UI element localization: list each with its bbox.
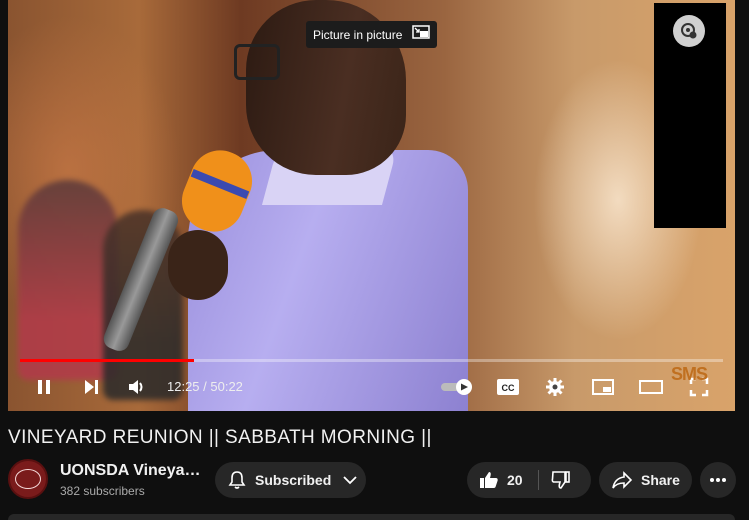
share-label: Share [641, 472, 680, 488]
side-overlay-panel [654, 3, 726, 228]
pause-icon [38, 379, 50, 394]
pause-button[interactable] [30, 362, 58, 411]
volume-icon [129, 379, 143, 394]
like-divider [538, 470, 539, 490]
cast-icon[interactable] [673, 15, 705, 47]
dislike-button[interactable] [551, 470, 571, 490]
video-title: VINEYARD REUNION || SABBATH MORNING || [8, 427, 432, 448]
share-button[interactable]: Share [599, 462, 692, 498]
settings-button[interactable] [540, 362, 570, 411]
description-box-edge [8, 514, 735, 520]
miniplayer-icon [592, 378, 614, 395]
like-count: 20 [507, 472, 523, 488]
settings-icon [546, 377, 564, 396]
subscribed-button[interactable]: Subscribed [215, 462, 366, 498]
subscriber-count: 382 subscribers [60, 484, 145, 498]
dislike-icon [551, 471, 570, 489]
share-icon [611, 471, 633, 489]
captions-button[interactable]: CC [493, 362, 523, 411]
channel-name[interactable]: UONSDA Vineya… [60, 462, 200, 480]
next-button[interactable] [77, 362, 105, 411]
pip-tooltip: Picture in picture [306, 21, 437, 48]
autoplay-toggle[interactable] [438, 362, 478, 411]
theater-icon [639, 379, 663, 394]
subscribed-label: Subscribed [255, 472, 332, 488]
pip-tooltip-label: Picture in picture [313, 27, 403, 42]
like-icon [480, 472, 498, 488]
like-button[interactable] [479, 470, 499, 490]
channel-avatar[interactable] [8, 459, 48, 499]
volume-button[interactable] [123, 362, 151, 411]
svg-text:CC: CC [502, 383, 515, 393]
player-controls: 12:25 / 50:22 CC [8, 362, 735, 411]
like-dislike-group: 20 [467, 462, 591, 498]
video-frame-hand [168, 230, 228, 300]
bell-icon [227, 470, 247, 490]
more-icon [710, 478, 726, 482]
captions-icon: CC [497, 378, 519, 395]
video-frame-glasses [234, 44, 280, 80]
chevron-down-icon [343, 475, 357, 485]
next-icon [85, 379, 98, 394]
miniplayer-button[interactable] [588, 362, 618, 411]
channel-watermark: SMS [671, 364, 708, 384]
autoplay-icon [441, 378, 472, 395]
more-actions-button[interactable] [700, 462, 736, 498]
time-display: 12:25 / 50:22 [167, 379, 243, 394]
video-player[interactable]: Picture in picture 12:25 / 50:22 CC SMS [8, 0, 735, 411]
pip-icon [412, 25, 431, 44]
channel-logo-icon [15, 469, 41, 489]
theater-button[interactable] [636, 362, 666, 411]
